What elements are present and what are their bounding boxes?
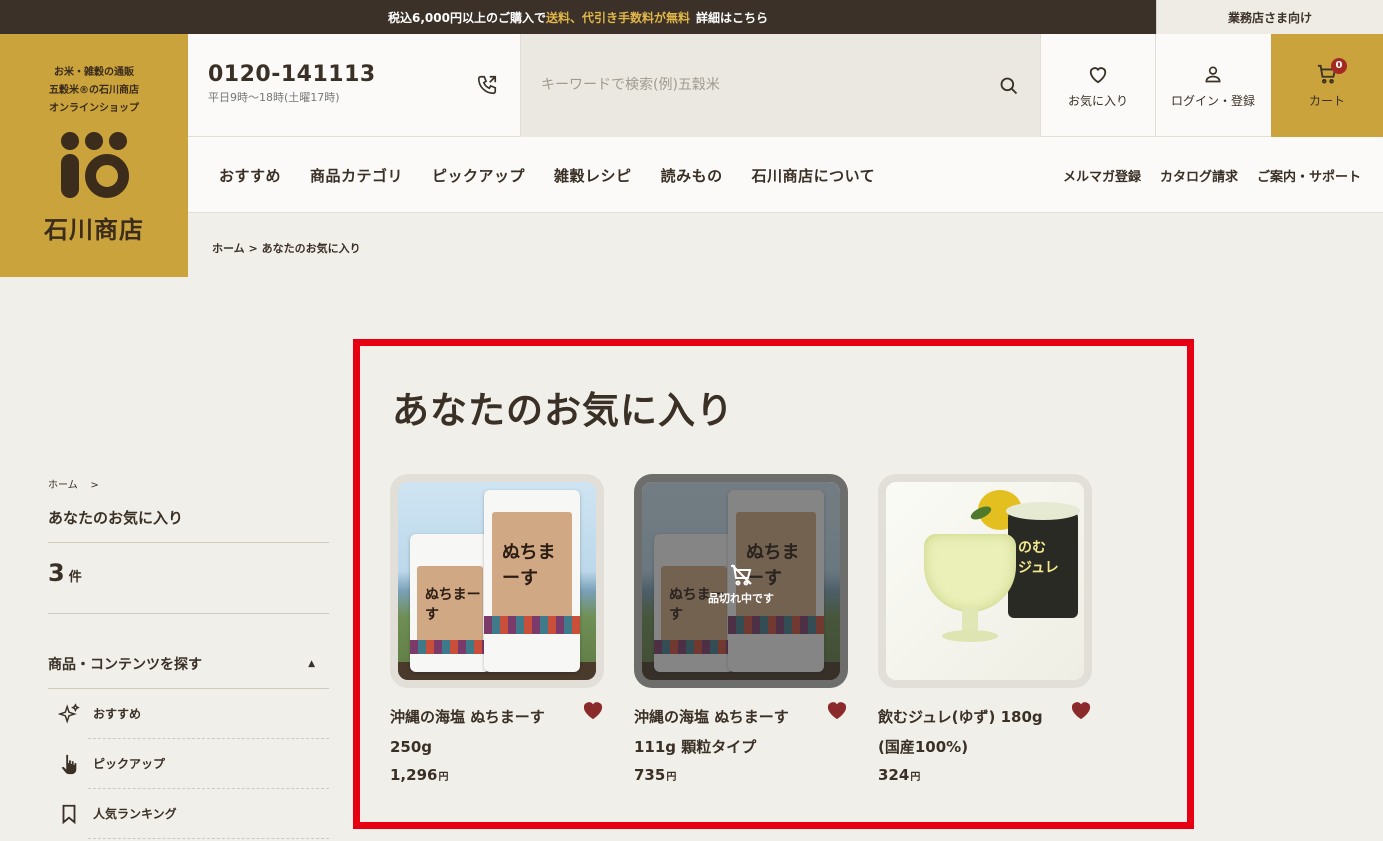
sidebar-item-label: ピックアップ [93,757,166,771]
nav-recommended[interactable]: おすすめ [219,165,281,186]
cart-count-badge: 0 [1331,58,1347,74]
sidebar-breadcrumb: ホーム > [48,476,329,491]
logo-mark-icon [59,132,129,200]
pointer-hand-icon [61,754,77,775]
cart-unavailable-icon [731,564,752,586]
phone-number: 0120-141113 [208,62,376,87]
nav-newsletter[interactable]: メルマガ登録 [1063,166,1141,185]
phone-hours: 平日9時～18時(土曜17時) [208,91,340,104]
logo-tagline: お米・雑穀の通販 五穀米®の石川商店 オンラインショップ [0,64,188,118]
heart-filled-icon[interactable] [1070,700,1092,720]
bookmark-icon [62,804,76,825]
product-name-line: 沖縄の海塩 ぬちまーす [390,708,545,726]
announce-highlight: 送料、代引き手数料が無料 [545,10,690,25]
nav-categories[interactable]: 商品カテゴリ [310,165,403,186]
favorites-count: 3件 [48,559,329,614]
logo-name: 石川商店 [44,215,144,244]
sidebar-item-pickup[interactable]: ピックアップ [61,739,329,789]
logo-tagline-line: 五穀米®の石川商店 [49,85,139,96]
product-name-line: 250g [390,738,433,756]
product-card[interactable]: ぬちまーす ぬちまーす 品切れ中です 沖縄の海塩 ぬちまーす 111g 顆粒タイ… [634,474,848,784]
explore-label: 商品・コンテンツを探す [48,657,202,673]
login-button[interactable]: ログイン・登録 [1155,34,1270,137]
product-card[interactable]: ぬちまーす ぬちまーす 沖縄の海塩 ぬちまーす 250g 1,296円 [390,474,604,784]
product-image[interactable]: ぬちまーす ぬちまーす 品切れ中です [634,474,848,688]
main-navigation: おすすめ 商品カテゴリ ピックアップ 雑穀レシピ 読みもの 石川商店について メ… [188,137,1383,213]
free-shipping-announcement[interactable]: 税込6,000円以上のご購入で 送料、代引き手数料が無料 詳細はこちら [0,0,1156,34]
product-image[interactable]: ぬちまーす ぬちまーす [390,474,604,688]
product-name-line: 111g 顆粒タイプ [634,738,757,756]
sidebar-crumb-separator: > [90,480,99,491]
heart-filled-icon[interactable] [582,700,604,720]
sidebar-item-ranking[interactable]: 人気ランキング [62,789,329,839]
phone-contact: 0120-141113 平日9時～18時(土曜17時) [208,62,376,105]
announce-detail-link[interactable]: 詳細はこちら [696,9,768,26]
nav-support[interactable]: ご案内・サポート [1257,166,1361,185]
sold-out-label: 品切れ中です [708,592,774,605]
sidebar-item-label: 人気ランキング [93,807,177,821]
sidebar-title: あなたのお気に入り [48,507,329,543]
breadcrumb-separator: > [248,242,258,255]
product-name[interactable]: 飲むジュレ(ゆず) 180g (国産100%) [878,702,1068,762]
search-bar [520,34,1040,137]
heart-filled-icon[interactable] [826,700,848,720]
price-unit: 円 [910,772,921,783]
sidebar-item-recommended[interactable]: おすすめ [58,689,329,739]
explore-toggle[interactable]: 商品・コンテンツを探す ▲ [48,654,329,689]
breadcrumb: ホーム > あなたのお気に入り [212,240,361,256]
breadcrumb-current: あなたのお気に入り [261,242,361,255]
site-logo[interactable]: お米・雑穀の通販 五穀米®の石川商店 オンラインショップ 石川商店 [0,34,188,277]
count-unit: 件 [68,570,82,585]
cart-label: カート [1308,94,1345,108]
price-value: 735 [634,766,666,784]
product-image[interactable]: のむ ジュレ [878,474,1092,688]
product-name[interactable]: 沖縄の海塩 ぬちまーす 250g [390,702,580,762]
sparkle-icon [58,703,80,724]
nav-recipes[interactable]: 雑穀レシピ [554,165,632,186]
nav-about[interactable]: 石川商店について [752,165,876,186]
top-announcement-bar: 税込6,000円以上のご購入で 送料、代引き手数料が無料 詳細はこちら 業務店さ… [0,0,1383,34]
product-name-line: 飲むジュレ(ゆず) 180g [878,708,1043,726]
login-label: ログイン・登録 [1170,94,1255,108]
nav-main-links: おすすめ 商品カテゴリ ピックアップ 雑穀レシピ 読みもの 石川商店について [219,137,875,213]
search-input[interactable] [541,72,981,98]
business-link[interactable]: 業務店さま向け [1156,0,1383,34]
product-price: 735円 [634,766,848,784]
product-price: 1,296円 [390,766,604,784]
product-name-line: 沖縄の海塩 ぬちまーす [634,708,789,726]
product-card[interactable]: のむ ジュレ 飲むジュレ(ゆず) 180g (国産100%) 324円 [878,474,1092,784]
nav-pickup[interactable]: ピックアップ [432,165,525,186]
collapse-triangle-icon: ▲ [308,659,315,669]
product-name[interactable]: 沖縄の海塩 ぬちまーす 111g 顆粒タイプ [634,702,824,762]
breadcrumb-home[interactable]: ホーム [212,242,245,255]
sidebar: ホーム > あなたのお気に入り 3件 商品・コンテンツを探す ▲ おすすめ ピッ… [48,476,329,839]
price-value: 1,296 [390,766,438,784]
nav-articles[interactable]: 読みもの [661,165,723,186]
nav-sub-links: メルマガ登録 カタログ請求 ご案内・サポート [1063,137,1361,213]
price-value: 324 [878,766,910,784]
sidebar-crumb-home[interactable]: ホーム [48,480,78,491]
phone-call-icon[interactable] [476,74,498,96]
price-unit: 円 [438,772,449,783]
sidebar-item-label: おすすめ [93,707,142,721]
site-header: 0120-141113 平日9時～18時(土曜17時) お気に入り ログイン・登… [188,34,1383,137]
search-icon[interactable] [999,76,1019,96]
favorites-button[interactable]: お気に入り [1040,34,1155,137]
count-number: 3 [48,559,65,587]
logo-tagline-line: お米・雑穀の通販 [54,67,134,78]
announce-text: 税込6,000円以上のご購入で [388,10,546,25]
product-price: 324円 [878,766,1092,784]
price-unit: 円 [666,772,677,783]
user-icon [1205,66,1221,83]
sold-out-overlay: 品切れ中です [642,564,840,606]
heart-outline-icon [1089,67,1107,84]
page-title: あなたのお気に入り [392,389,734,432]
favorites-panel: あなたのお気に入り ぬちまーす ぬちまーす 沖縄の海塩 ぬちまーす 250g 1… [353,339,1194,829]
cart-button[interactable]: カート 0 [1271,34,1383,137]
product-name-line: (国産100%) [878,738,969,756]
logo-tagline-line: オンラインショップ [49,103,139,114]
favorites-label: お気に入り [1067,94,1128,108]
nav-catalog[interactable]: カタログ請求 [1160,166,1238,185]
